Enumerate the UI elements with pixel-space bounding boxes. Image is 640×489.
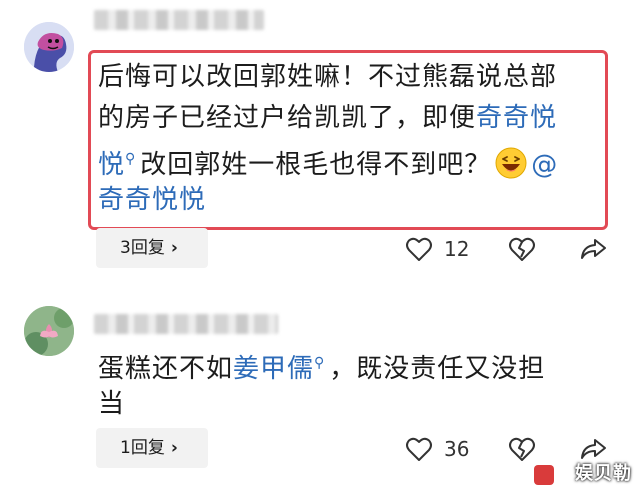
like-count: 36 <box>444 437 470 461</box>
at-mention-symbol[interactable]: @ <box>531 150 558 180</box>
comment-text-line: 奇奇悦悦 <box>98 179 206 221</box>
heart-outline-icon[interactable] <box>404 434 434 464</box>
heart-outline-icon[interactable] <box>404 234 434 264</box>
comment-text-line: 的房子已经过户给凯凯了，即便奇奇悦 <box>98 103 558 133</box>
search-q-icon: ⚲ <box>125 151 137 167</box>
broken-heart-icon[interactable] <box>507 234 537 264</box>
user-mention-link[interactable]: 姜甲儒 <box>233 354 314 384</box>
broken-heart-icon[interactable] <box>507 434 537 464</box>
username-blurred <box>94 10 264 30</box>
share-arrow-icon[interactable] <box>578 234 608 264</box>
view-replies-button[interactable]: 1回复 › <box>96 428 208 468</box>
laughing-emoji-icon <box>495 147 527 179</box>
chevron-right-icon: › <box>170 438 178 458</box>
commenter-avatar[interactable] <box>24 22 74 72</box>
comment-text-line: 后悔可以改回郭姓嘛！不过熊磊说总部 <box>98 62 558 92</box>
user-mention-link[interactable]: 悦 <box>98 150 125 180</box>
user-mention-link[interactable]: 奇奇悦 <box>476 103 557 133</box>
lotus-avatar-icon <box>24 306 74 356</box>
like-count: 12 <box>444 237 470 261</box>
view-replies-button[interactable]: 3回复 › <box>96 228 208 268</box>
username-blurred <box>94 314 278 334</box>
comment-text-line: 当 <box>98 389 126 419</box>
search-q-icon: ⚲ <box>314 355 326 371</box>
watermark-logo-icon <box>534 465 554 485</box>
comment-text-line: 蛋糕还不如姜甲儒⚲ ，既没责任又没担 <box>98 354 546 384</box>
commenter-avatar[interactable] <box>24 306 74 356</box>
cartoon-avatar-icon <box>24 22 74 72</box>
watermark-text: 娱贝勒 <box>575 463 632 484</box>
chevron-right-icon: › <box>170 238 178 258</box>
user-mention-link[interactable]: 奇奇悦悦 <box>98 185 206 215</box>
